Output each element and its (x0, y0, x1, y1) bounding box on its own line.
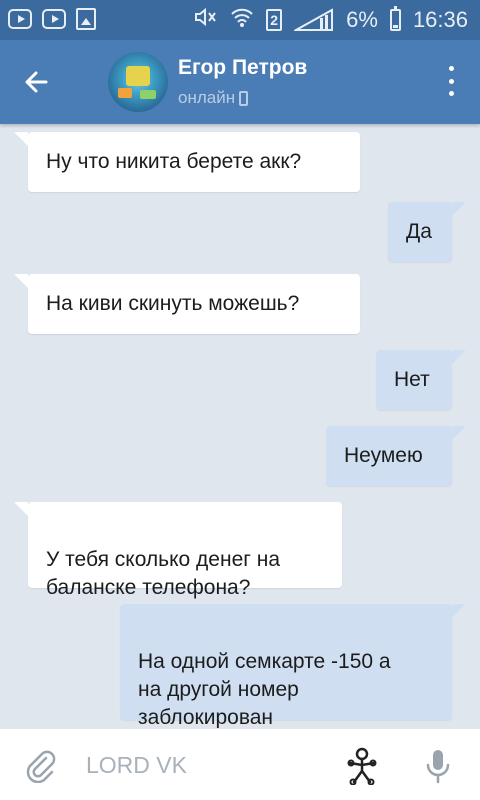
message-input[interactable] (86, 747, 326, 783)
message-text: Неумею (344, 444, 423, 467)
message-composer (0, 728, 480, 800)
message-text: На киви скинуть можешь? (46, 292, 300, 315)
message-outgoing[interactable]: Неумею (326, 426, 466, 486)
back-button[interactable] (18, 62, 58, 102)
status-text: онлайн (178, 88, 236, 107)
contact-status: онлайн (178, 88, 249, 108)
mobile-phone-icon (239, 90, 249, 106)
message-list[interactable]: Ну что никита берете акк? Да На киви ски… (0, 124, 480, 729)
microphone-icon (426, 750, 450, 784)
voice-message-button[interactable] (424, 747, 452, 785)
message-outgoing[interactable]: Нет (376, 350, 466, 410)
notification-icons (8, 8, 96, 31)
more-vert-icon (448, 78, 454, 84)
avatar-decor (126, 66, 150, 86)
system-icons: 2 6% 16:36 (194, 5, 468, 33)
avatar-decor (140, 90, 156, 99)
message-outgoing[interactable]: Да (388, 202, 466, 262)
chat-header: Егор Петров онлайн (0, 40, 480, 124)
sticker-button[interactable] (344, 747, 380, 786)
mute-icon (194, 7, 218, 32)
sim-2-icon: 2 (266, 8, 283, 31)
clock: 16:36 (412, 6, 468, 32)
message-text: Нет (394, 368, 430, 391)
youtube-icon (8, 9, 32, 29)
youtube-icon (42, 9, 66, 29)
signal-icon (294, 7, 334, 32)
more-options-button[interactable] (446, 66, 456, 96)
message-incoming[interactable]: На киви скинуть можешь? (14, 274, 360, 334)
message-incoming[interactable]: Ну что никита берете акк? (14, 132, 360, 192)
contact-name[interactable]: Егор Петров (178, 56, 307, 80)
more-vert-icon (448, 91, 454, 96)
message-text: На одной семкарте -150 а на другой номер… (138, 650, 391, 729)
more-vert-icon (448, 66, 454, 71)
attach-button[interactable] (24, 749, 58, 784)
sticker-icon (347, 747, 377, 786)
battery-percent: 6% (346, 6, 378, 32)
avatar-decor (118, 88, 132, 98)
message-text: Да (406, 220, 432, 243)
arrow-left-icon (25, 71, 48, 93)
message-incoming[interactable]: У тебя сколько денег на баланске телефон… (14, 502, 342, 599)
wifi-icon (230, 6, 254, 33)
status-bar: 2 6% 16:36 (0, 0, 480, 40)
battery-icon (389, 5, 401, 31)
message-text: Ну что никита берете акк? (46, 150, 302, 173)
paperclip-icon (26, 750, 56, 784)
gallery-icon (76, 8, 96, 30)
contact-avatar[interactable] (108, 52, 168, 112)
message-text: У тебя сколько денег на баланске телефон… (46, 548, 281, 599)
message-outgoing[interactable]: На одной семкарте -150 а на другой номер… (120, 604, 466, 729)
